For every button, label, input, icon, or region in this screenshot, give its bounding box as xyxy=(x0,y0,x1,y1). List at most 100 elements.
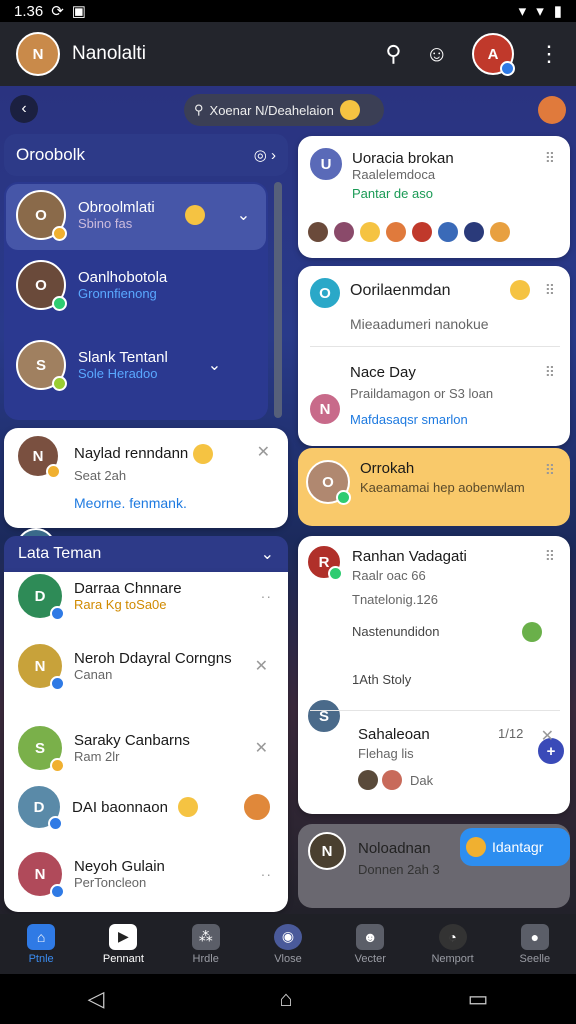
post-sub: Praildamagon or S3 loan xyxy=(350,386,494,401)
nav-groups[interactable]: ⁂ Hrdle xyxy=(165,914,247,974)
post-name: Nace Day xyxy=(350,364,416,381)
post-sub: Mieaadumeri nanokue xyxy=(350,316,489,332)
reaction-icon[interactable] xyxy=(242,792,272,822)
home-icon: ⌂ xyxy=(27,923,56,950)
wifi-icon: ▾ xyxy=(518,3,527,20)
item-name: Obroolmlati xyxy=(78,199,155,216)
avatar xyxy=(464,222,484,242)
avatar: O xyxy=(16,260,67,311)
notification-card[interactable]: N M Naylad renndann Seat 2ah Meorne. fen… xyxy=(4,428,288,569)
friends-icon[interactable]: ☺ xyxy=(426,41,448,67)
tag-label: Dak xyxy=(410,772,434,788)
more-icon[interactable]: ·· xyxy=(261,866,272,882)
avatar: S xyxy=(16,724,65,773)
friends-title: Lata Teman xyxy=(18,545,102,562)
scrollbar[interactable] xyxy=(274,182,282,418)
nav-profile[interactable]: ● Seelle xyxy=(494,914,576,974)
nav-label: Pennant xyxy=(102,952,144,965)
groups-icon: ⁂ xyxy=(191,923,220,950)
floating-action-button[interactable]: Idantagr xyxy=(460,828,570,866)
item-sub: Gronnfienong xyxy=(78,286,157,301)
bottom-nav: ⌂ Ptnle ▶ Pennant ⁂ Hrdle ◉ Vlose ☻ Vecter ◔ N… xyxy=(0,914,576,974)
post-card[interactable]: O Oorilaenmdan ⠿ Mieaadumeri nanokue N N… xyxy=(298,266,570,446)
friend-row[interactable]: D DAI baonnaon xyxy=(16,784,286,831)
friend-row[interactable]: D Darraa Chnnare Rara Kg toSa0e ·· xyxy=(16,572,286,621)
notif-time: Seat 2ah xyxy=(74,468,127,483)
post-card[interactable]: U Uoracia brokan Raalelemdoca Pantar de … xyxy=(298,136,570,258)
list-item[interactable]: O Obroolmlati Sbino fas ⌄ xyxy=(16,190,250,241)
friend-sub: Rara Kg toSa0e xyxy=(74,597,167,612)
user-avatar[interactable]: A xyxy=(472,33,515,76)
avatar: D xyxy=(16,784,63,831)
search-icon[interactable]: ⚲ xyxy=(385,41,401,67)
friend-name: DAI baonnaon xyxy=(72,798,168,816)
fab-label: Idantagr xyxy=(492,839,544,855)
nav-watch[interactable]: ◉ Vlose xyxy=(247,914,329,974)
avatar: D xyxy=(16,572,65,621)
friends-header[interactable]: Lata Teman ⌄ xyxy=(4,536,288,572)
avatar: O xyxy=(306,460,351,505)
nav-video[interactable]: ▶ Pennant xyxy=(82,914,164,974)
friend-name: Darraa Chnnare xyxy=(74,580,182,597)
story-label[interactable]: 1Ath Stoly xyxy=(352,672,411,687)
post-meta[interactable]: Mafdasaqsr smarlon xyxy=(350,412,468,427)
avatar: N xyxy=(16,642,65,691)
search-bar[interactable]: ⚲ Xoenar N/Deahelaion xyxy=(184,94,384,126)
divider xyxy=(310,346,560,347)
notification-icon[interactable] xyxy=(538,96,566,124)
profile-avatar[interactable]: N xyxy=(16,32,60,76)
more-icon[interactable]: ⠿ xyxy=(545,150,556,167)
nav-label: Seelle xyxy=(519,952,551,965)
close-icon[interactable]: ✕ xyxy=(255,656,268,676)
post-meta: Tnatelonig.126 xyxy=(352,592,439,607)
friend-name: Neroh Ddayral Corngns xyxy=(74,650,232,667)
list-item[interactable]: S Slank Tentanl Sole Heradoo ⌄ xyxy=(16,340,221,391)
post-sub: Flehag lis xyxy=(358,746,414,761)
more-icon[interactable]: ⠿ xyxy=(545,462,556,479)
close-icon[interactable]: ✕ xyxy=(541,726,554,746)
friend-row[interactable]: S Saraky Canbarns Ram 2lr ✕ xyxy=(16,724,286,773)
nav-home[interactable]: ⌂ Ptnle xyxy=(0,914,82,974)
nav-notifications[interactable]: ◔ Nemport xyxy=(411,914,493,974)
highlight-card[interactable]: O Orrokah ⠿ Kaeamamai hep aobenwlam xyxy=(298,448,570,526)
more-icon[interactable]: ⠿ xyxy=(545,364,556,381)
notif-name: Naylad renndann xyxy=(74,445,189,463)
post-name: Sahaleoan xyxy=(358,726,430,743)
notif-link[interactable]: Meorne. fenmank. xyxy=(74,495,213,511)
nav-ghost[interactable]: ☻ Vecter xyxy=(329,914,411,974)
post-card[interactable]: R Ranhan Vadagati ⠿ Raalr oac 66 Tnatelo… xyxy=(298,536,570,868)
watch-icon: ◉ xyxy=(273,923,302,950)
friend-name: Saraky Canbarns xyxy=(74,732,190,749)
more-icon[interactable]: ⠿ xyxy=(545,282,556,299)
friend-row[interactable]: N Neroh Ddayral Corngns Canan ✕ xyxy=(16,642,286,691)
close-icon[interactable]: ✕ xyxy=(257,442,270,462)
left-panel-header[interactable]: Oroobolk ◎ › xyxy=(4,134,288,176)
chevron-down-icon[interactable]: ⌄ xyxy=(261,544,274,564)
avatar: O xyxy=(308,276,342,310)
emoji-icon xyxy=(184,205,205,225)
emoji-icon xyxy=(490,222,510,242)
more-icon[interactable]: ·· xyxy=(261,588,272,604)
post-ratio: 1/12 xyxy=(498,726,524,741)
nav-label: Vlose xyxy=(274,952,302,965)
recents-icon[interactable]: ▭ xyxy=(468,986,489,1012)
post-sub: Donnen 2ah 3 xyxy=(358,862,440,877)
refresh-icon[interactable]: ◎ › xyxy=(254,146,276,164)
avatar: S xyxy=(306,698,342,734)
list-item[interactable]: O Oanlhobotola Gronnfienong xyxy=(16,260,167,311)
notif-text: Naylad renndann Seat 2ah Meorne. fenmank… xyxy=(74,444,213,511)
chevron-down-icon[interactable]: ⌄ xyxy=(237,205,250,225)
avatar xyxy=(466,837,486,857)
item-name: Slank Tentanl xyxy=(78,349,168,366)
search-input[interactable]: Xoenar N/Deahelaion xyxy=(210,103,334,118)
emoji-icon xyxy=(192,444,213,464)
back-button[interactable]: ‹ xyxy=(10,95,38,123)
chevron-down-icon[interactable]: ⌄ xyxy=(208,355,221,375)
close-icon[interactable]: ✕ xyxy=(255,738,268,758)
home-icon[interactable]: ⌂ xyxy=(279,986,292,1012)
emoji-icon xyxy=(386,222,406,242)
back-icon[interactable]: ◁ xyxy=(87,986,104,1012)
friend-row[interactable]: N Neyoh Gulain PerToncleon ·· xyxy=(16,850,286,899)
more-icon[interactable]: ⋮ xyxy=(538,41,560,67)
more-icon[interactable]: ⠿ xyxy=(545,548,556,565)
